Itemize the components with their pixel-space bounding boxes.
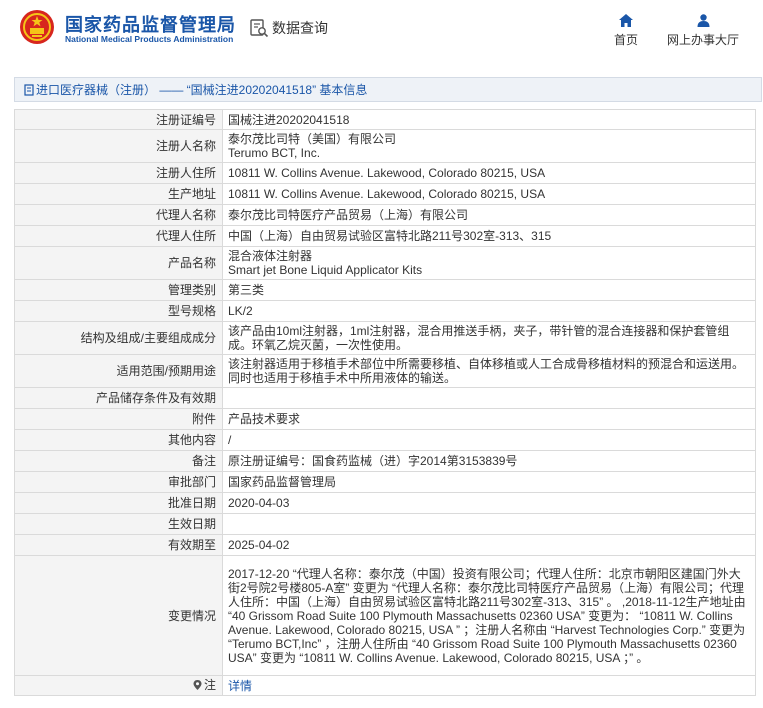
detail-row-label: 生产地址 <box>14 183 223 205</box>
detail-row: 适用范围/预期用途 该注射器适用于移植手术部位中所需要移植、自体移植或人工合成骨移… <box>14 354 756 388</box>
registration-detail-table: 注册证编号 国械注进20202041518 注册人名称 泰尔茂比司特（美国）有限公司 … <box>14 109 756 696</box>
detail-row-label: 有效期至 <box>14 534 223 556</box>
note-value-cell: 详情 <box>222 675 756 696</box>
detail-row-value: 国械注进20202041518 <box>222 109 756 130</box>
nav-home-label: 首页 <box>613 33 638 47</box>
detail-row-label: 代理人名称 <box>14 204 223 226</box>
detail-row-value: 2017-12-20 “代理人名称：泰尔茂（中国）投资有限公司；代理人住所：北京… <box>222 555 756 676</box>
detail-row: 注册证编号 国械注进20202041518 <box>14 109 756 130</box>
detail-row-value: 泰尔茂比司特医疗产品贸易（上海）有限公司 <box>222 204 756 226</box>
detail-row-label: 注册人住所 <box>14 162 223 184</box>
detail-row-value: 国家药品监督管理局 <box>222 471 756 493</box>
detail-row-label: 附件 <box>14 408 223 430</box>
breadcrumb: 进口医疗器械（注册） —— “国械注进20202041518” 基本信息 <box>14 77 762 102</box>
breadcrumb-text: 进口医疗器械（注册） —— “国械注进20202041518” 基本信息 <box>36 83 368 97</box>
site-subtitle: National Medical Products Administration <box>65 34 234 44</box>
detail-row-label: 变更情况 <box>14 555 223 676</box>
detail-row: 审批部门 国家药品监督管理局 <box>14 471 756 493</box>
detail-row-value: 原注册证编号：国食药监械（进）字2014第3153839号 <box>222 450 756 472</box>
detail-row: 产品名称 混合液体注射器 Smart jet Bone Liquid Applic… <box>14 246 756 280</box>
detail-row: 变更情况 2017-12-20 “代理人名称：泰尔茂（中国）投资有限公司；代理人住… <box>14 555 756 676</box>
data-query-icon <box>250 19 269 38</box>
detail-row-value: 2025-04-02 <box>222 534 756 556</box>
detail-row-label: 批准日期 <box>14 492 223 514</box>
detail-row-value: 10811 W. Collins Avenue. Lakewood, Color… <box>222 162 756 184</box>
detail-row-label: 产品储存条件及有效期 <box>14 387 223 409</box>
detail-row-value: 2020-04-03 <box>222 492 756 514</box>
detail-row-label: 备注 <box>14 450 223 472</box>
user-icon <box>697 14 709 27</box>
detail-row: 其他内容 / <box>14 429 756 451</box>
document-icon <box>24 83 34 96</box>
details-link[interactable]: 详情 <box>228 679 252 693</box>
home-icon <box>619 14 633 27</box>
detail-row: 注册人名称 泰尔茂比司特（美国）有限公司 Terumo BCT, Inc. <box>14 129 756 163</box>
detail-row-label: 生效日期 <box>14 513 223 535</box>
detail-row: 附件 产品技术要求 <box>14 408 756 430</box>
detail-row: 管理类别 第三类 <box>14 279 756 301</box>
national-emblem-icon[interactable] <box>19 9 55 45</box>
detail-row-label: 审批部门 <box>14 471 223 493</box>
detail-row-value: 该产品由10ml注射器，1ml注射器，混合用推送手柄，夹子，带针管的混合连接器和… <box>222 321 756 355</box>
detail-row-label: 注册人名称 <box>14 129 223 163</box>
detail-row: 生效日期 <box>14 513 756 535</box>
note-label: 注 <box>193 678 216 692</box>
note-label-text: 注 <box>203 678 216 692</box>
detail-row-label: 其他内容 <box>14 429 223 451</box>
nav-hall-label: 网上办事大厅 <box>666 33 739 47</box>
data-query-link[interactable]: 数据查询 <box>249 18 328 38</box>
detail-row-label: 代理人住所 <box>14 225 223 247</box>
detail-row: 代理人住所 中国（上海）自由贸易试验区富特北路211号302室-313、315 <box>14 225 756 247</box>
detail-row-value <box>222 513 756 535</box>
location-pin-icon <box>193 680 202 690</box>
detail-row-value: 第三类 <box>222 279 756 301</box>
data-query-label: 数据查询 <box>272 20 328 36</box>
detail-row-value: 混合液体注射器 Smart jet Bone Liquid Applicator… <box>222 246 756 280</box>
detail-row: 产品储存条件及有效期 <box>14 387 756 409</box>
detail-row-value: 10811 W. Collins Avenue. Lakewood, Color… <box>222 183 756 205</box>
detail-row-label: 结构及组成/主要组成成分 <box>14 321 223 355</box>
detail-row: 批准日期 2020-04-03 <box>14 492 756 514</box>
detail-row-label: 型号规格 <box>14 300 223 322</box>
detail-row-label: 产品名称 <box>14 246 223 280</box>
detail-row-value: LK/2 <box>222 300 756 322</box>
detail-row: 型号规格 LK/2 <box>14 300 756 322</box>
detail-row-value: 该注射器适用于移植手术部位中所需要移植、自体移植或人工合成骨移植材料的预混合和运… <box>222 354 756 388</box>
detail-row-value: 泰尔茂比司特（美国）有限公司 Terumo BCT, Inc. <box>222 129 756 163</box>
nav-home[interactable]: 首页 <box>610 14 642 48</box>
detail-row: 注册人住所 10811 W. Collins Avenue. Lakewood, … <box>14 162 756 184</box>
note-label-cell: 注 <box>14 675 223 696</box>
detail-row-label: 管理类别 <box>14 279 223 301</box>
detail-row: 有效期至 2025-04-02 <box>14 534 756 556</box>
detail-row-value: / <box>222 429 756 451</box>
detail-row: 代理人名称 泰尔茂比司特医疗产品贸易（上海）有限公司 <box>14 204 756 226</box>
site-header: 国家药品监督管理局 National Medical Products Admi… <box>0 0 763 62</box>
detail-row-label: 适用范围/预期用途 <box>14 354 223 388</box>
note-row: 注详情 <box>14 675 756 696</box>
detail-row-value: 中国（上海）自由贸易试验区富特北路211号302室-313、315 <box>222 225 756 247</box>
detail-row: 备注 原注册证编号：国食药监械（进）字2014第3153839号 <box>14 450 756 472</box>
detail-row-label: 注册证编号 <box>14 109 223 130</box>
detail-row-value <box>222 387 756 409</box>
detail-row: 生产地址 10811 W. Collins Avenue. Lakewood, C… <box>14 183 756 205</box>
nav-online-hall[interactable]: 网上办事大厅 <box>662 14 744 48</box>
detail-row: 结构及组成/主要组成成分 该产品由10ml注射器，1ml注射器，混合用推送手柄，夹… <box>14 321 756 355</box>
detail-row-value: 产品技术要求 <box>222 408 756 430</box>
